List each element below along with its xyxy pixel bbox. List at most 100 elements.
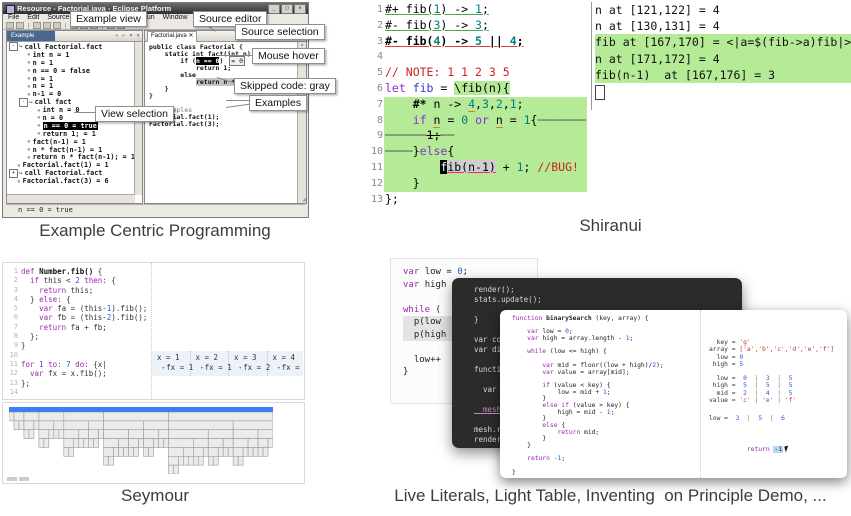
- code-line: var value = array[mid];: [512, 370, 700, 377]
- toolbar-icon[interactable]: [53, 22, 61, 29]
- value-line: low = 3 | 5 | 6: [709, 415, 785, 423]
- caption-example-centric: Example Centric Programming: [2, 221, 308, 241]
- expand-icon[interactable]: [19, 51, 26, 58]
- expand-icon[interactable]: [19, 59, 26, 66]
- value-line: low = 0 | 3 | 5: [709, 375, 796, 383]
- menu-item[interactable]: File: [8, 14, 19, 22]
- result-column[interactable]: x = 2 •fx = 1: [191, 351, 230, 376]
- expand-icon[interactable]: [29, 130, 36, 137]
- code-line: 13 };: [3, 379, 304, 388]
- tab-close-icon[interactable]: ✕: [188, 33, 193, 39]
- line-number: 3: [3, 286, 21, 295]
- menu-item[interactable]: Window: [163, 14, 188, 22]
- tree-item-icon: [27, 154, 31, 161]
- toolbar-icon[interactable]: [43, 22, 51, 29]
- tree-item[interactable]: n * fact(n-1) = 1: [7, 146, 135, 154]
- tree-item[interactable]: fact(n-1) = 1: [7, 138, 135, 146]
- expand-icon[interactable]: +: [9, 169, 18, 178]
- expand-icon[interactable]: [19, 138, 26, 145]
- toolbar-icon[interactable]: [6, 22, 14, 29]
- line-number: 2: [3, 276, 21, 285]
- example-view-tab[interactable]: Example: [7, 31, 55, 41]
- toolbar-icon[interactable]: [16, 22, 24, 29]
- output-line: fib(n-1) at [167,176] = 3: [595, 67, 851, 83]
- view-toolbar-icons[interactable]: ◃ ▹ ▾ ✕: [115, 32, 140, 40]
- callout-mouse-hover: Mouse hover: [252, 48, 325, 64]
- eclipse-app-icon: [6, 5, 15, 14]
- toolbar-icon[interactable]: [33, 22, 41, 29]
- probe-variable: x = 1: [157, 353, 190, 363]
- output-line: n at [130,131] = 4: [595, 18, 851, 34]
- editor-tab[interactable]: Factorial.java ✕: [147, 31, 197, 42]
- expand-icon[interactable]: [29, 107, 36, 114]
- window-button[interactable]: ✕: [294, 4, 306, 14]
- shiranui-editor[interactable]: 1 #+ fib(1) -> 1; 2 #- fib(3) -> 3; 3 #-…: [370, 2, 587, 209]
- expand-icon[interactable]: [19, 67, 26, 74]
- menu-item[interactable]: Source: [47, 14, 69, 22]
- tree-item[interactable]: - call Factorial.fact: [7, 43, 135, 51]
- probe-value: •fx = 1: [157, 363, 190, 374]
- code-line: 2 #- fib(3) -> 3;: [370, 18, 587, 34]
- expand-icon[interactable]: [19, 83, 26, 90]
- value-dot-icon: •: [277, 365, 281, 372]
- menu-item[interactable]: Edit: [27, 14, 39, 22]
- tree-item[interactable]: Factorial.fact(3) = 6: [7, 177, 135, 185]
- window-button[interactable]: _: [268, 4, 280, 14]
- shiranui-output[interactable]: n at [121,122] = 4n at [130,131] = 4fib …: [591, 2, 851, 110]
- tree-item[interactable]: int n = 1: [7, 51, 135, 59]
- tree-item[interactable]: n = 1: [7, 82, 135, 90]
- tree-item[interactable]: return n * fact(n-1); = 1: [7, 153, 135, 161]
- tree-item[interactable]: Factorial.fact(1) = 1: [7, 161, 135, 169]
- code-line: function binarySearch (key, array) {: [512, 316, 700, 323]
- expand-icon[interactable]: [19, 154, 26, 161]
- tree-item[interactable]: n = 1: [7, 59, 135, 67]
- line-number: 9: [370, 128, 385, 144]
- window-button[interactable]: □: [281, 4, 293, 14]
- code-line: return -1;: [512, 456, 700, 463]
- result-column[interactable]: x = 4 •fx =: [268, 351, 306, 376]
- binary-search-code[interactable]: function binarySearch (key, array) { var…: [500, 310, 700, 478]
- tree-item[interactable]: n == 0 = false: [7, 67, 135, 75]
- source-editor[interactable]: public class Factorial { static int fact…: [145, 42, 298, 203]
- expand-icon[interactable]: [19, 146, 26, 153]
- expand-icon[interactable]: [19, 75, 26, 82]
- expand-icon[interactable]: [9, 178, 16, 185]
- tree-item-label: Factorial.fact(1) = 1: [23, 161, 109, 169]
- code-line: Factorial.fact(3);: [149, 121, 298, 128]
- seymour-editor[interactable]: 1 def Number.fib() { 2 if this < 2 then:…: [2, 262, 305, 400]
- tree-item[interactable]: - call fact: [7, 98, 135, 106]
- shiranui-panel: 1 #+ fib(1) -> 1; 2 #- fib(3) -> 3; 3 #-…: [370, 2, 851, 214]
- code-line: 7 #* n -> 4,3,2,1;: [370, 97, 587, 113]
- tree-item[interactable]: + call Factorial.fact: [7, 169, 135, 177]
- probe-variable: x = 2: [196, 353, 229, 363]
- probe-results: x = 1 •fx = 1 x = 2 •fx = 1 x = 3 •fx = …: [152, 351, 303, 376]
- tree-horizontal-scrollbar[interactable]: [7, 194, 135, 203]
- tree-item-icon: [27, 138, 31, 145]
- probe-value: •fx = 2: [234, 363, 267, 374]
- call-trace-svg[interactable]: [9, 412, 273, 474]
- code-line: 6 let fib = \fib(n){: [370, 81, 587, 97]
- result-column[interactable]: x = 3 •fx = 2: [229, 351, 268, 376]
- tree-item-icon: [27, 51, 31, 58]
- expand-icon[interactable]: [29, 122, 36, 129]
- chart-scroll-thumbs[interactable]: [7, 477, 29, 481]
- resize-grip-icon[interactable]: ◢: [302, 196, 306, 203]
- editor-vertical-scrollbar[interactable]: ▴: [297, 42, 306, 203]
- expand-icon[interactable]: -: [19, 98, 28, 107]
- expand-icon[interactable]: [29, 114, 36, 121]
- tree-item[interactable]: n = 1: [7, 75, 135, 83]
- tree-item[interactable]: n == 0 = true: [7, 122, 135, 130]
- expand-icon[interactable]: -: [9, 42, 18, 51]
- tree-item-label: n-1 = 0: [33, 90, 62, 98]
- result-column[interactable]: x = 1 •fx = 1: [152, 351, 191, 376]
- code-line: 3 return this;: [3, 286, 304, 295]
- caption-shiranui: Shiranui: [370, 216, 851, 236]
- tree-item-icon: [27, 59, 31, 66]
- tree-item[interactable]: return 1; = 1: [7, 130, 135, 138]
- code-line: 6 var fb = (this-2).fib();: [3, 313, 304, 322]
- call-trace-chart[interactable]: [2, 402, 305, 484]
- live-literals-window[interactable]: function binarySearch (key, array) { var…: [500, 310, 847, 478]
- tree-item-icon: [37, 122, 41, 129]
- tree-item-label: n == 0 = true: [43, 122, 98, 130]
- line-number: 1: [370, 2, 385, 18]
